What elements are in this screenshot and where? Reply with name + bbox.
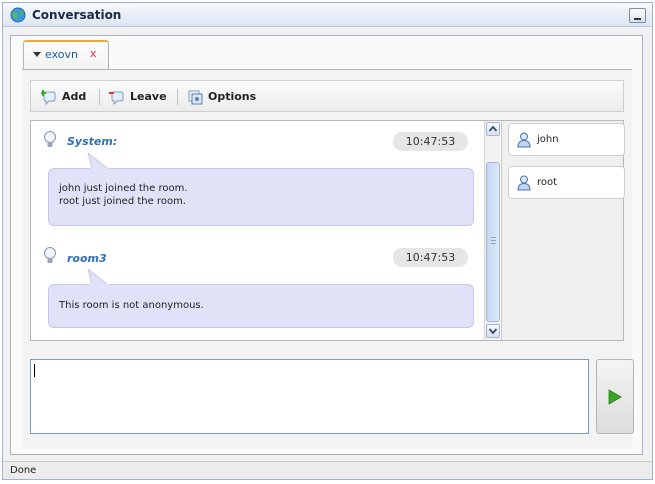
message-time: 10:47:53 — [393, 248, 468, 267]
leave-icon — [109, 91, 124, 105]
leave-label: Leave — [130, 90, 167, 103]
scroll-thumb[interactable] — [486, 162, 500, 322]
scroll-grip — [491, 237, 496, 244]
message-scrollbar[interactable] — [484, 121, 500, 340]
chevron-down-icon[interactable] — [33, 52, 41, 57]
toolbar-divider — [177, 89, 178, 105]
message-line: root just joined the room. — [59, 196, 186, 207]
chevron-up-icon — [488, 125, 498, 132]
bubble-tail — [87, 269, 109, 285]
send-arrow-icon — [608, 389, 622, 405]
minimize-icon[interactable] — [629, 8, 646, 23]
lightbulb-icon — [44, 247, 56, 263]
chat-panel: System: 10:47:53 john just joined the ro… — [30, 120, 625, 341]
participant-item[interactable]: john — [508, 123, 625, 156]
tab-label[interactable]: exovn — [45, 48, 78, 61]
text-caret — [34, 364, 35, 377]
user-icon — [517, 132, 531, 148]
message-line: This room is not anonymous. — [59, 300, 204, 311]
globe-icon — [10, 7, 26, 23]
message-bubble: This room is not anonymous. — [48, 284, 474, 328]
toolbar-divider — [99, 89, 100, 105]
window-title: Conversation — [32, 8, 122, 22]
leave-button[interactable]: Leave — [109, 88, 169, 106]
tab-content: Add Leave Options System: 10:47:53 john … — [22, 69, 634, 449]
message-bubble: john just joined the room. root just joi… — [48, 168, 474, 226]
message-sender: room3 — [67, 252, 107, 265]
participant-item[interactable]: root — [508, 166, 625, 199]
message-sender: System: — [67, 135, 118, 148]
participant-list: john root — [501, 121, 625, 340]
add-button[interactable]: Add — [41, 88, 91, 106]
participant-name: john — [537, 134, 559, 145]
scroll-down-button[interactable] — [486, 324, 500, 338]
send-button[interactable] — [596, 359, 634, 434]
status-bar: Done — [3, 461, 652, 479]
tab-bar: exovn x — [11, 36, 642, 69]
options-button[interactable]: Options — [187, 88, 262, 106]
bubble-tail — [87, 153, 109, 169]
options-icon — [188, 90, 203, 105]
conversation-body: exovn x Add Leave Options System: 10:47:… — [10, 35, 643, 455]
lightbulb-icon — [44, 131, 56, 147]
room-toolbar: Add Leave Options — [30, 80, 624, 112]
message-list[interactable]: System: 10:47:53 john just joined the ro… — [31, 121, 484, 340]
tab-close-button[interactable]: x — [90, 47, 97, 60]
title-bar[interactable]: Conversation — [3, 3, 652, 27]
status-text: Done — [10, 465, 37, 476]
message-input[interactable] — [30, 359, 589, 434]
message-line: john just joined the room. — [59, 183, 188, 194]
conversation-window: Conversation exovn x Add Leave Options S… — [2, 2, 653, 480]
options-label: Options — [208, 90, 257, 103]
scroll-up-button[interactable] — [486, 122, 500, 136]
participant-name: root — [537, 177, 558, 188]
message-time: 10:47:53 — [393, 132, 468, 151]
add-label: Add — [62, 90, 87, 103]
chevron-down-icon — [488, 328, 498, 335]
tab-exovn[interactable]: exovn x — [23, 40, 109, 69]
user-icon — [517, 175, 531, 191]
add-icon — [41, 90, 56, 105]
